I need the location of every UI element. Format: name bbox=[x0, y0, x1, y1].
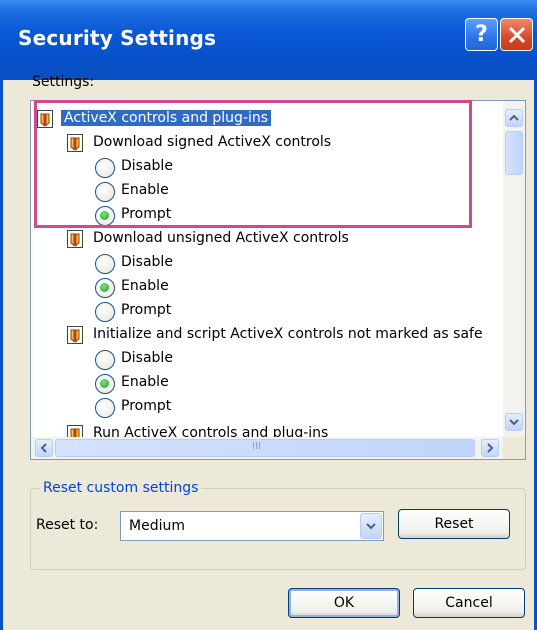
reset-level-value: Medium bbox=[129, 518, 185, 534]
setting-label: Download unsigned ActiveX controls bbox=[93, 230, 349, 246]
scroll-down-button[interactable] bbox=[505, 413, 523, 431]
radio-label: Enable bbox=[121, 182, 169, 198]
reset-level-dropdown[interactable]: Medium bbox=[120, 511, 384, 541]
radio-selected-dot bbox=[100, 211, 109, 220]
help-button[interactable]: ? bbox=[465, 18, 498, 51]
radio-button-selected[interactable] bbox=[95, 278, 115, 298]
radio-label: Prompt bbox=[121, 398, 172, 414]
reset-button[interactable]: Reset bbox=[398, 509, 510, 539]
radio-button-selected[interactable] bbox=[95, 374, 115, 394]
tree-category-label: ActiveX controls and plug-ins bbox=[61, 110, 272, 126]
radio-button[interactable] bbox=[95, 398, 115, 418]
radio-button[interactable] bbox=[95, 254, 115, 274]
setting-label: Download signed ActiveX controls bbox=[93, 134, 332, 150]
radio-button-selected[interactable] bbox=[95, 206, 115, 226]
scroll-left-button[interactable] bbox=[35, 439, 53, 457]
radio-selected-dot bbox=[100, 283, 109, 292]
scrollbar-corner bbox=[503, 437, 525, 459]
radio-label: Enable bbox=[121, 374, 169, 390]
radio-label: Disable bbox=[121, 350, 173, 366]
chevron-up-icon bbox=[509, 114, 519, 121]
scroll-right-button[interactable] bbox=[481, 439, 499, 457]
radio-button[interactable] bbox=[95, 302, 115, 322]
settings-tree[interactable]: ActiveX controls and plug-ins Download s… bbox=[30, 100, 526, 460]
window-title: Security Settings bbox=[18, 26, 217, 50]
reset-group-title: Reset custom settings bbox=[40, 480, 202, 496]
dropdown-arrow-button[interactable] bbox=[360, 513, 382, 539]
security-settings-dialog: Security Settings ? Settings: ActiveX co… bbox=[0, 0, 537, 630]
horizontal-scrollbar[interactable]: III bbox=[31, 437, 503, 459]
radio-button[interactable] bbox=[95, 350, 115, 370]
radio-label: Disable bbox=[121, 254, 173, 270]
close-button[interactable] bbox=[500, 18, 533, 51]
reset-to-label: Reset to: bbox=[36, 517, 99, 533]
cancel-button[interactable]: Cancel bbox=[413, 588, 525, 618]
radio-label: Prompt bbox=[121, 206, 172, 222]
radio-selected-dot bbox=[100, 379, 109, 388]
vertical-scrollbar[interactable] bbox=[503, 101, 525, 437]
ok-button[interactable]: OK bbox=[288, 588, 400, 618]
setting-icon bbox=[67, 326, 83, 344]
settings-label: Settings: bbox=[32, 74, 95, 90]
title-bar: Security Settings ? bbox=[0, 0, 537, 80]
vertical-scroll-thumb[interactable] bbox=[505, 131, 523, 175]
help-icon: ? bbox=[475, 22, 488, 47]
chevron-right-icon bbox=[487, 443, 494, 453]
radio-label: Enable bbox=[121, 278, 169, 294]
radio-button[interactable] bbox=[95, 158, 115, 178]
setting-label: Initialize and script ActiveX controls n… bbox=[93, 326, 483, 342]
close-icon bbox=[508, 26, 526, 44]
radio-label: Disable bbox=[121, 158, 173, 174]
window-border-left bbox=[0, 80, 3, 630]
scroll-up-button[interactable] bbox=[505, 109, 523, 127]
scroll-grip: III bbox=[252, 441, 261, 452]
settings-category-icon bbox=[37, 110, 53, 128]
chevron-left-icon bbox=[40, 443, 47, 453]
horizontal-scroll-thumb[interactable]: III bbox=[55, 439, 475, 457]
setting-icon bbox=[67, 230, 83, 248]
radio-label: Prompt bbox=[121, 302, 172, 318]
setting-icon bbox=[67, 134, 83, 152]
radio-button[interactable] bbox=[95, 182, 115, 202]
chevron-down-icon bbox=[366, 523, 376, 530]
chevron-down-icon bbox=[509, 419, 519, 426]
